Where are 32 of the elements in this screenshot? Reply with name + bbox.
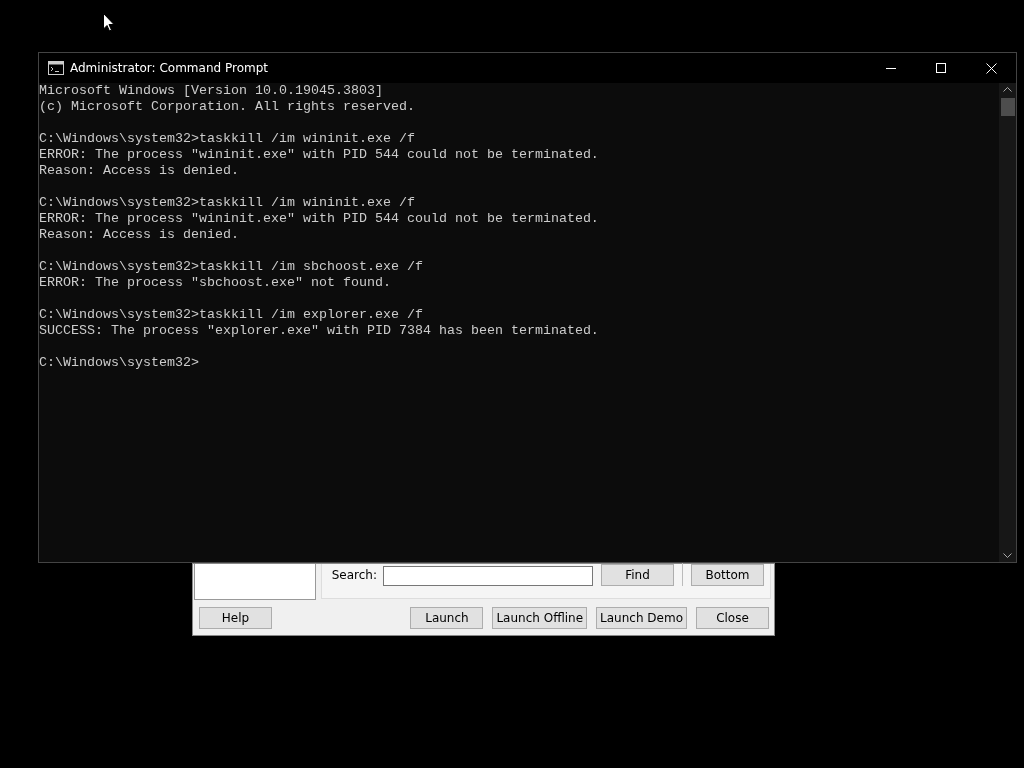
console-line: Microsoft Windows [Version 10.0.19045.3803] bbox=[39, 83, 384, 99]
window-title: Administrator: Command Prompt bbox=[70, 61, 268, 75]
console-line: C:\Windows\system32>taskkill /im sbchoost.exe /f bbox=[39, 259, 424, 275]
search-label: Search: bbox=[331, 568, 377, 582]
search-panel-button[interactable]: Bottom bbox=[691, 564, 764, 586]
launcher-button[interactable]: Launch Demo bbox=[596, 606, 687, 629]
console-line: C:\Windows\system32>taskkill /im explorer.exe /f bbox=[39, 307, 424, 323]
launcher-button[interactable]: Launch Offline bbox=[492, 606, 588, 629]
launcher-button[interactable]: Launch bbox=[410, 606, 484, 629]
list-box[interactable] bbox=[194, 564, 316, 600]
scrollbar[interactable] bbox=[999, 83, 1016, 562]
console-line: C:\Windows\system32>taskkill /im wininit.exe /f bbox=[39, 195, 416, 211]
scroll-thumb[interactable] bbox=[1000, 98, 1015, 116]
search-panel-button[interactable]: Find bbox=[601, 564, 674, 586]
close-icon[interactable] bbox=[986, 62, 997, 74]
console-line: C:\Windows\system32>taskkill /im wininit.exe /f bbox=[39, 131, 416, 147]
scroll-up-icon[interactable] bbox=[1003, 87, 1012, 92]
help-button[interactable]: Help bbox=[199, 606, 272, 629]
launcher-button[interactable]: Close bbox=[696, 606, 769, 629]
console-line: SUCCESS: The process "explorer.exe" with PID 7384 has been terminated. bbox=[39, 323, 600, 339]
console-line: ERROR: The process "sbchoost.exe" not found. bbox=[39, 275, 392, 291]
console-line: ERROR: The process "wininit.exe" with PID 544 could not be terminated. bbox=[39, 147, 600, 163]
maximize-icon[interactable] bbox=[936, 63, 946, 73]
console-line: Reason: Access is denied. bbox=[39, 163, 240, 179]
search-field[interactable] bbox=[383, 566, 593, 586]
console-line: Reason: Access is denied. bbox=[39, 227, 240, 243]
console-line: C:\Windows\system32> bbox=[39, 355, 200, 371]
console-icon bbox=[48, 61, 64, 75]
console-line: ERROR: The process "wininit.exe" with PID 544 could not be terminated. bbox=[39, 211, 600, 227]
mouse-pointer-icon bbox=[103, 13, 115, 32]
console-line: (c) Microsoft Corporation. All rights reserved. bbox=[39, 99, 416, 115]
scroll-down-icon[interactable] bbox=[1003, 553, 1012, 558]
